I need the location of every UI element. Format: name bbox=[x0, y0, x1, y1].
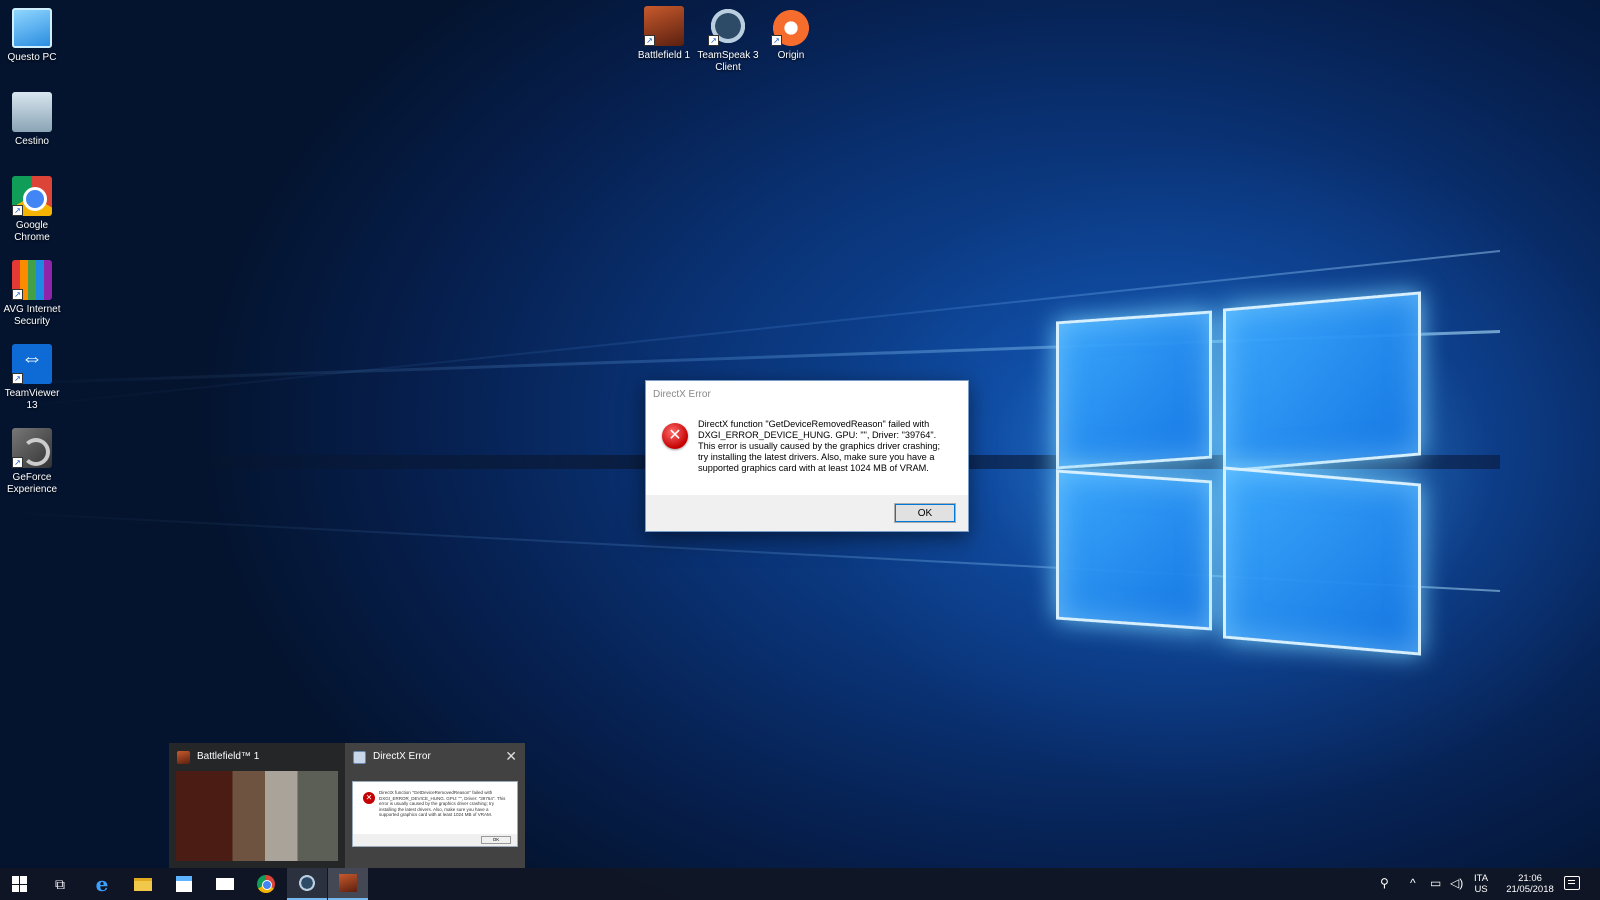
avg-icon: ↗ bbox=[12, 260, 52, 300]
thumbnail-battlefield[interactable]: Battlefield™ 1 bbox=[169, 743, 345, 868]
desktop-icon-label: TeamSpeak 3 Client bbox=[697, 50, 759, 73]
taskbar: ⧉ e ⚲ ^ ▭ ◁) ITA US 21:06 21/05/2018 bbox=[0, 868, 1600, 900]
dialog-title: DirectX Error bbox=[653, 389, 711, 400]
desktop-icon-origin[interactable]: ↗ Origin bbox=[759, 6, 823, 62]
task-view-icon: ⧉ bbox=[55, 875, 65, 892]
battlefield-icon bbox=[177, 751, 190, 764]
logo-pane bbox=[1223, 466, 1421, 656]
taskbar-battlefield[interactable] bbox=[328, 868, 368, 900]
taskbar-file-explorer[interactable] bbox=[123, 868, 163, 900]
dialog-body: ✕ DirectX function "GetDeviceRemovedReas… bbox=[646, 407, 968, 497]
desktop-icon-label: Google Chrome bbox=[14, 220, 50, 243]
taskbar-edge[interactable]: e bbox=[82, 868, 122, 900]
error-icon: ✕ bbox=[363, 792, 375, 804]
mail-icon bbox=[216, 878, 234, 890]
desktop-icon-cestino[interactable]: Cestino bbox=[0, 92, 64, 148]
logo-pane bbox=[1223, 291, 1421, 473]
volume-icon[interactable]: ◁) bbox=[1450, 876, 1463, 890]
action-center-icon[interactable] bbox=[1564, 876, 1580, 890]
logo-pane bbox=[1056, 469, 1212, 631]
thumbnail-preview: ✕ DirectX function "GetDeviceRemovedReas… bbox=[352, 781, 518, 847]
teamspeak-icon bbox=[298, 874, 316, 892]
error-icon: ✕ bbox=[662, 423, 688, 449]
dialog-footer: OK bbox=[646, 495, 968, 531]
windows-start-icon bbox=[12, 876, 28, 892]
desktop-icon-label: Origin bbox=[777, 50, 805, 61]
desktop-icon-geforce[interactable]: ↗ GeForce Experience bbox=[0, 428, 64, 496]
taskbar-teamspeak[interactable] bbox=[287, 868, 327, 900]
language-indicator[interactable]: ITA US bbox=[1474, 873, 1488, 895]
desktop-icon-google-chrome[interactable]: ↗ Google Chrome bbox=[0, 176, 64, 244]
network-icon[interactable]: ▭ bbox=[1430, 876, 1441, 890]
keyboard-layout: US bbox=[1474, 884, 1488, 895]
thumbnail-preview-message: DirectX function "GetDeviceRemovedReason… bbox=[379, 790, 506, 817]
chrome-icon: ↗ bbox=[12, 176, 52, 216]
desktop-icon-battlefield[interactable]: ↗ Battlefield 1 bbox=[632, 6, 696, 62]
chrome-icon bbox=[257, 875, 275, 893]
taskbar-thumbnail-popup: Battlefield™ 1 DirectX Error ✕ ✕ DirectX… bbox=[169, 743, 525, 868]
battlefield-icon bbox=[339, 874, 357, 892]
thumbnail-title: Battlefield™ 1 bbox=[197, 751, 260, 762]
recycle-bin-icon bbox=[12, 92, 52, 132]
desktop-icon-label: GeForce Experience bbox=[6, 472, 58, 495]
edge-icon: e bbox=[95, 872, 109, 896]
thumbnail-preview bbox=[176, 771, 338, 861]
language-code: ITA bbox=[1474, 873, 1489, 884]
taskbar-store[interactable] bbox=[164, 868, 204, 900]
thumbnail-title: DirectX Error bbox=[373, 751, 431, 762]
directx-error-dialog[interactable]: DirectX Error ✕ DirectX function "GetDev… bbox=[645, 380, 969, 532]
clock-time: 21:06 bbox=[1518, 873, 1542, 884]
dialog-message: DirectX function "GetDeviceRemovedReason… bbox=[698, 419, 941, 473]
taskbar-chrome[interactable] bbox=[246, 868, 286, 900]
chevron-up-icon[interactable]: ^ bbox=[1410, 876, 1416, 890]
store-icon bbox=[176, 876, 192, 892]
geforce-icon: ↗ bbox=[12, 428, 52, 468]
logo-pane bbox=[1056, 310, 1212, 470]
desktop-icon-avg[interactable]: ↗ AVG Internet Security bbox=[0, 260, 64, 328]
thumbnail-preview-footer: OK bbox=[353, 834, 517, 846]
battlefield-icon: ↗ bbox=[644, 6, 684, 46]
window-icon bbox=[353, 751, 366, 764]
desktop-icon-label: Cestino bbox=[15, 136, 49, 147]
thumbnail-preview-ok: OK bbox=[481, 836, 511, 844]
desktop-icon-teamspeak[interactable]: ↗ TeamSpeak 3 Client bbox=[696, 6, 760, 74]
origin-icon: ↗ bbox=[771, 6, 811, 46]
desktop-icon-label: Battlefield 1 bbox=[637, 50, 691, 61]
desktop-icon-teamviewer[interactable]: ↗ TeamViewer 13 bbox=[0, 344, 64, 412]
task-view-button[interactable]: ⧉ bbox=[40, 868, 80, 900]
folder-icon bbox=[134, 877, 152, 891]
taskbar-mail[interactable] bbox=[205, 868, 245, 900]
teamspeak-icon: ↗ bbox=[708, 6, 748, 46]
teamviewer-icon: ↗ bbox=[12, 344, 52, 384]
desktop-icon-questo-pc[interactable]: Questo PC bbox=[0, 8, 64, 64]
thumbnail-directx-error[interactable]: DirectX Error ✕ ✕ DirectX function "GetD… bbox=[345, 743, 525, 868]
desktop-icon-label: Questo PC bbox=[7, 52, 57, 63]
ok-button[interactable]: OK bbox=[894, 503, 956, 523]
desktop-icon-label: TeamViewer 13 bbox=[4, 388, 60, 411]
start-button[interactable] bbox=[0, 868, 40, 900]
desktop-icon-label: AVG Internet Security bbox=[3, 304, 61, 327]
clock-date: 21/05/2018 bbox=[1506, 884, 1554, 895]
close-icon[interactable]: ✕ bbox=[505, 748, 517, 765]
computer-icon bbox=[12, 8, 52, 48]
people-icon[interactable]: ⚲ bbox=[1380, 876, 1389, 890]
clock[interactable]: 21:06 21/05/2018 bbox=[1500, 873, 1560, 895]
